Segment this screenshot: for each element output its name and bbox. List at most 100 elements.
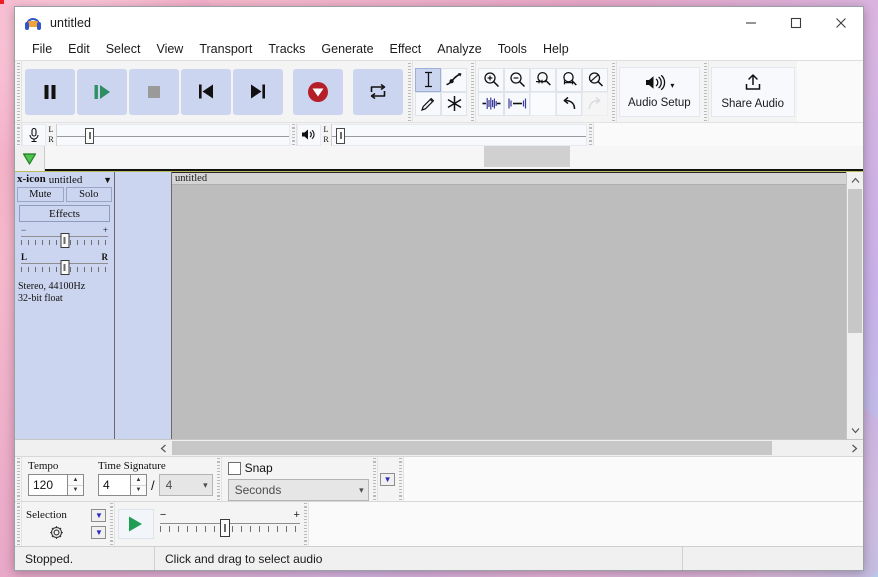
pencil-icon (421, 97, 435, 111)
selection-end-display[interactable]: ▼ (91, 525, 106, 539)
transport-toolbar-grip[interactable] (15, 61, 22, 122)
track-format-line1: Stereo, 44100Hz (18, 281, 86, 292)
dock2-end-grip[interactable] (301, 502, 309, 546)
loop-button[interactable] (353, 68, 403, 115)
play-speed-slider[interactable]: − + (159, 510, 300, 537)
dock1-end-grip[interactable] (396, 457, 404, 501)
horizontal-scroll-track[interactable] (172, 440, 846, 456)
audio-position-toolbar-grip[interactable] (370, 457, 378, 501)
play-button[interactable] (77, 68, 127, 115)
draw-tool[interactable] (415, 91, 441, 116)
edit-toolbar-grip[interactable] (469, 61, 476, 122)
timeline-ruler[interactable] (45, 146, 863, 171)
selection-toolbar-grip[interactable] (15, 502, 22, 546)
menu-item-generate[interactable]: Generate (313, 40, 381, 59)
menu-item-edit[interactable]: Edit (60, 40, 98, 59)
fit-selection-button[interactable] (530, 67, 556, 92)
menu-item-tracks[interactable]: Tracks (260, 40, 313, 59)
menu-item-effect[interactable]: Effect (382, 40, 430, 59)
gain-slider[interactable]: − + (21, 226, 108, 249)
horizontal-scroll-thumb[interactable] (172, 441, 772, 455)
fit-project-button[interactable] (556, 67, 582, 92)
menu-item-help[interactable]: Help (535, 40, 577, 59)
gain-slider-thumb[interactable] (60, 233, 69, 248)
audio-position-caret[interactable]: ▼ (384, 475, 392, 484)
mute-button[interactable]: Mute (17, 187, 64, 202)
skip-start-icon (199, 84, 213, 99)
selection-tool[interactable] (415, 67, 441, 92)
audio-position-display[interactable]: ▼ (379, 472, 395, 486)
stop-button[interactable] (129, 68, 179, 115)
close-icon[interactable]: x-icon (17, 174, 46, 185)
scroll-down-icon[interactable] (847, 422, 863, 439)
vertical-scroll-thumb[interactable] (848, 189, 862, 334)
audio-setup-button[interactable]: ▾ Audio Setup (619, 66, 700, 117)
pinned-play-head-button[interactable] (15, 146, 45, 171)
scroll-left-icon[interactable] (155, 440, 172, 456)
menu-item-analyze[interactable]: Analyze (429, 40, 489, 59)
zoom-in-button[interactable] (478, 67, 504, 92)
track-control-panel[interactable]: x-icon untitled ▼ Mute Solo Effects − + (15, 172, 115, 439)
recording-meter-grip[interactable] (15, 123, 22, 146)
tempo-input[interactable]: 120 (28, 474, 68, 496)
menu-item-transport[interactable]: Transport (191, 40, 260, 59)
selection-start-display[interactable]: ▼ (91, 508, 106, 522)
vertical-scrollbar[interactable] (846, 172, 863, 439)
snap-mode-select[interactable]: Seconds ▾ (227, 479, 369, 501)
snap-checkbox[interactable] (227, 461, 241, 475)
playback-volume-slider[interactable] (336, 127, 345, 144)
chevron-down-icon[interactable]: ▼ (103, 175, 112, 185)
play-speed-toolbar-grip[interactable] (107, 502, 115, 546)
zoom-toggle-button[interactable] (582, 67, 608, 92)
menu-item-tools[interactable]: Tools (490, 40, 535, 59)
undo-button[interactable] (556, 91, 582, 116)
pause-button[interactable] (25, 68, 75, 115)
scroll-right-icon[interactable] (846, 440, 863, 456)
minimize-button[interactable] (728, 7, 773, 38)
zoom-out-button[interactable] (504, 67, 530, 92)
gear-icon[interactable] (26, 525, 86, 540)
recording-volume-slider[interactable] (85, 127, 94, 144)
maximize-button[interactable] (773, 7, 818, 38)
record-button[interactable] (293, 68, 343, 115)
share-audio-toolbar-grip[interactable] (701, 61, 709, 122)
horizontal-scrollbar[interactable] (15, 439, 863, 456)
play-speed-thumb[interactable] (220, 519, 231, 537)
vertical-scroll-track[interactable] (847, 189, 863, 422)
trim-audio-button[interactable] (478, 91, 504, 116)
time-signature-upper-input[interactable]: 4 (98, 474, 131, 496)
skip-to-end-button[interactable] (233, 68, 283, 115)
meter-dock-grip[interactable] (587, 123, 594, 146)
skip-to-start-button[interactable] (181, 68, 231, 115)
pan-slider-thumb[interactable] (60, 260, 69, 275)
menu-item-select[interactable]: Select (98, 40, 149, 59)
solo-button[interactable]: Solo (65, 187, 112, 202)
selection-start-caret[interactable]: ▼ (95, 511, 103, 520)
tools-toolbar-grip[interactable] (406, 61, 413, 122)
menu-item-view[interactable]: View (148, 40, 191, 59)
effects-button[interactable]: Effects (19, 205, 110, 222)
clip-title-bar[interactable]: untitled (172, 172, 846, 185)
tempo-stepper[interactable]: ▲ ▼ (68, 474, 84, 496)
playback-meter[interactable]: LR (297, 123, 587, 146)
menu-item-file[interactable]: File (24, 40, 60, 59)
scroll-up-icon[interactable] (847, 172, 863, 189)
envelope-tool[interactable] (441, 67, 467, 92)
play-at-speed-button[interactable] (117, 509, 154, 539)
selection-end-caret[interactable]: ▼ (95, 528, 103, 537)
time-signature-lower-select[interactable]: 4 ▾ (158, 474, 213, 496)
track-vertical-ruler[interactable] (115, 172, 172, 439)
time-signature-toolbar-grip[interactable] (15, 457, 22, 501)
pan-slider[interactable]: L R (21, 253, 108, 276)
recording-meter[interactable]: LR (22, 123, 290, 146)
audio-setup-toolbar-grip[interactable] (610, 61, 617, 122)
close-button[interactable] (818, 7, 863, 38)
waveform-display[interactable]: untitled (172, 172, 846, 439)
multi-tool[interactable] (441, 91, 467, 116)
redo-button[interactable] (582, 91, 608, 116)
snapping-toolbar-grip[interactable] (214, 457, 222, 501)
silence-audio-button[interactable] (504, 91, 530, 116)
share-audio-button[interactable]: Share Audio (710, 66, 795, 117)
playback-meter-grip[interactable] (290, 123, 297, 146)
time-signature-upper-stepper[interactable]: ▲ ▼ (131, 474, 147, 496)
